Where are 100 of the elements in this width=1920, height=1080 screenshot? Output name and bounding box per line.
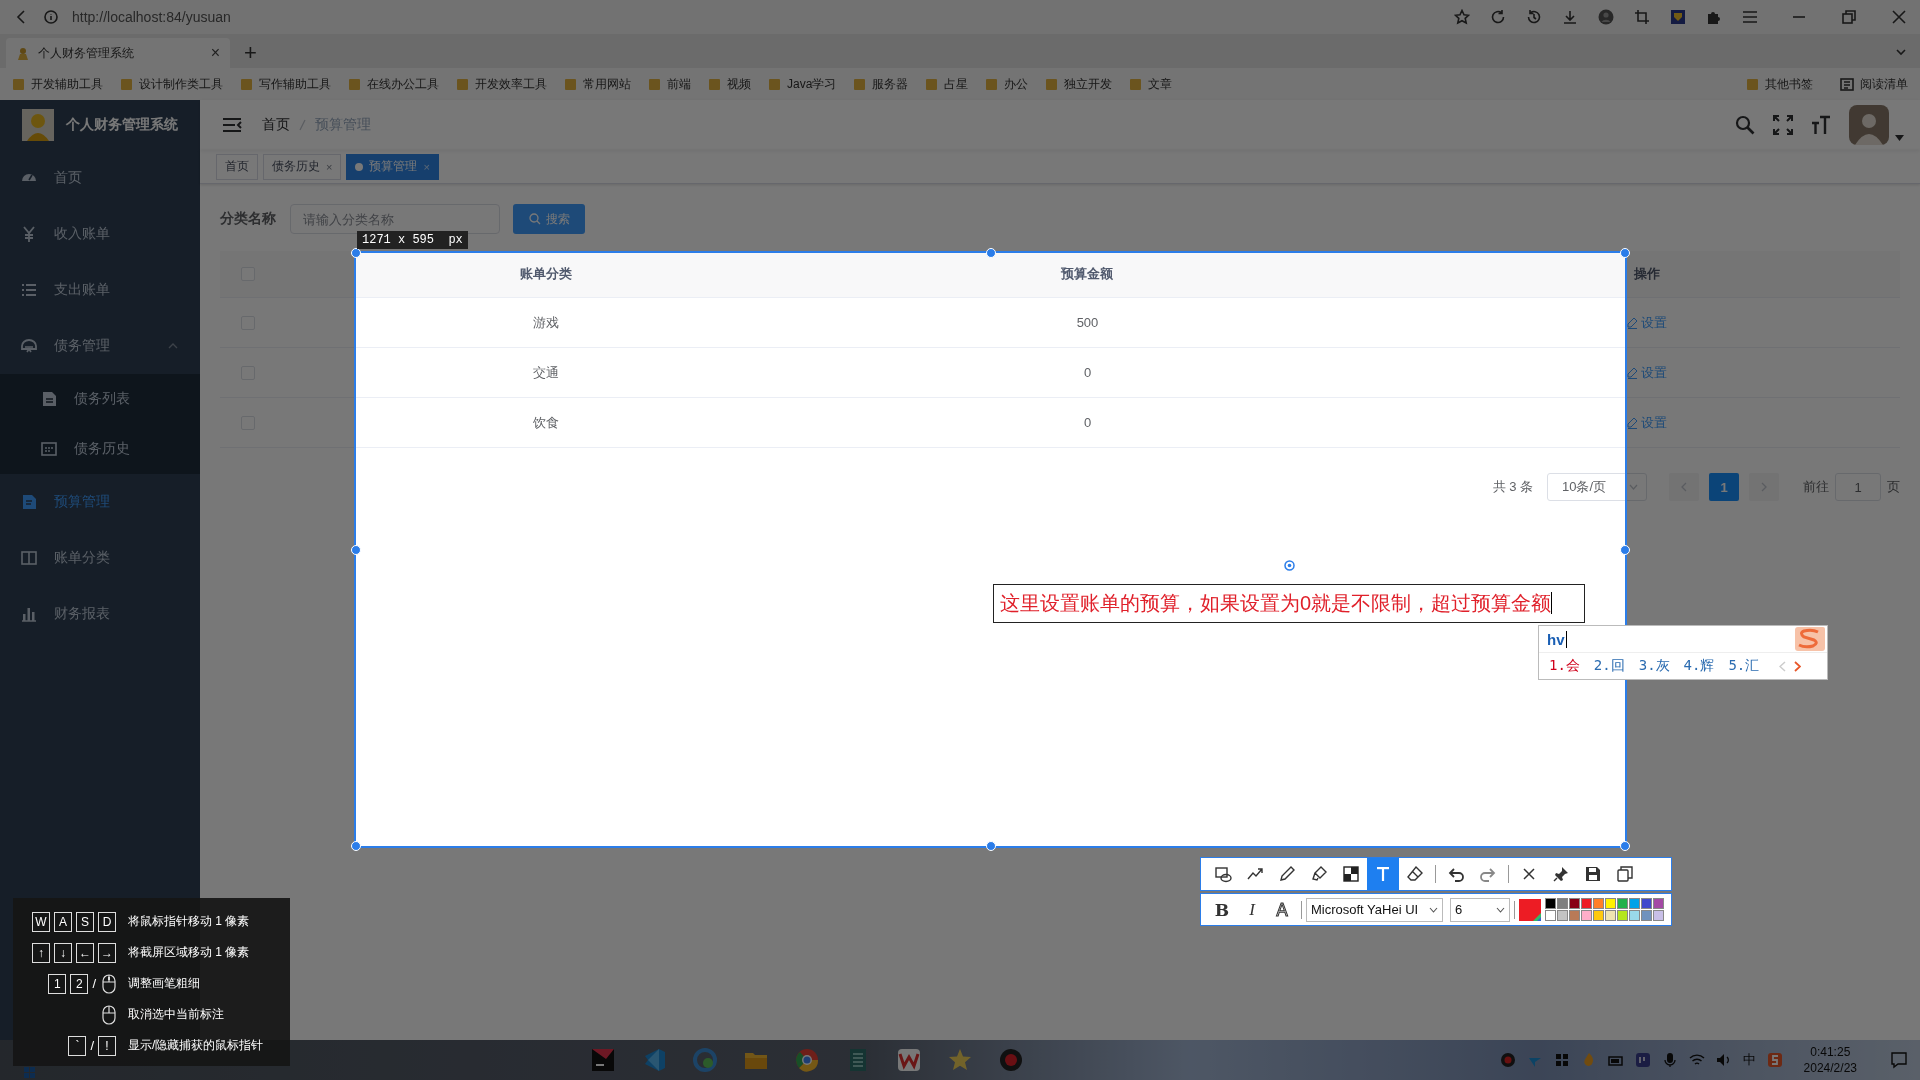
color-swatch[interactable] — [1641, 898, 1652, 909]
page-button[interactable]: 1 — [1709, 473, 1739, 501]
color-swatch[interactable] — [1545, 898, 1556, 909]
bookmark-button[interactable]: 开发效率工具 — [456, 75, 547, 93]
menu-icon[interactable] — [1742, 10, 1758, 24]
current-color-swatch[interactable] — [1519, 898, 1541, 921]
clock[interactable]: 0:41:25 2024/2/23 — [1803, 1044, 1857, 1076]
search-icon[interactable] — [1735, 115, 1755, 135]
reading-list-button[interactable]: 阅读清单 — [1840, 75, 1908, 93]
ime-candidate[interactable]: 2.回 — [1593, 657, 1625, 675]
resize-handle[interactable] — [1620, 544, 1630, 555]
bookmark-button[interactable]: 开发辅助工具 — [12, 75, 103, 93]
microphone-icon[interactable] — [1661, 1052, 1678, 1068]
color-swatch[interactable] — [1557, 898, 1568, 909]
bookmark-button[interactable]: 占星 — [925, 75, 969, 93]
color-swatch[interactable] — [1641, 910, 1652, 921]
color-swatch[interactable] — [1653, 910, 1664, 921]
resize-handle[interactable] — [1620, 841, 1630, 851]
bookmark-button[interactable]: 独立开发 — [1045, 75, 1113, 93]
outline-button[interactable]: A — [1267, 894, 1297, 925]
tag-tab[interactable]: 首页 — [216, 153, 258, 180]
color-swatch[interactable] — [1593, 910, 1604, 921]
bookmark-button[interactable]: 设计制作类工具 — [120, 75, 223, 93]
close-icon[interactable] — [1892, 10, 1906, 24]
bookmark-button[interactable]: Java学习 — [768, 75, 837, 93]
text-size-icon[interactable] — [1811, 115, 1831, 135]
color-swatch[interactable] — [1653, 898, 1664, 909]
bookmark-button[interactable]: 办公 — [985, 75, 1029, 93]
tab-close-button[interactable]: × — [210, 44, 220, 62]
download-icon[interactable] — [1562, 9, 1578, 25]
menu-icon[interactable] — [222, 117, 242, 133]
color-swatch[interactable] — [1557, 910, 1568, 921]
bookmark-button[interactable]: 在线办公工具 — [348, 75, 439, 93]
color-swatch[interactable] — [1617, 898, 1628, 909]
set-link[interactable]: 设置 — [1627, 363, 1668, 382]
resize-handle[interactable] — [985, 248, 996, 258]
color-swatch[interactable] — [1617, 910, 1628, 921]
resize-handle[interactable] — [351, 544, 361, 555]
reload-icon[interactable] — [1490, 9, 1506, 25]
resize-handle[interactable] — [985, 841, 996, 851]
bookmark-button[interactable]: 服务器 — [853, 75, 909, 93]
caret-icon[interactable] — [1895, 135, 1904, 141]
browser-tab[interactable]: 个人财务管理系统 × — [6, 38, 230, 68]
rotate-handle-icon[interactable] — [1284, 560, 1295, 571]
ime-candidate[interactable]: 1.会 — [1549, 657, 1580, 675]
search-button[interactable]: 搜索 — [513, 204, 585, 234]
url-text[interactable]: http://localhost:84/yusuan — [72, 9, 231, 25]
avatar-icon[interactable] — [1598, 9, 1614, 25]
ime-candidate[interactable]: 5.汇 — [1728, 657, 1760, 675]
color-swatch[interactable] — [1629, 910, 1640, 921]
set-link[interactable]: 设置 — [1627, 313, 1668, 332]
start-icon[interactable] — [24, 1067, 35, 1078]
color-swatch[interactable] — [1605, 898, 1616, 909]
bookmark-button[interactable]: 文章 — [1129, 75, 1173, 93]
color-swatch[interactable] — [1629, 898, 1640, 909]
speaker-icon[interactable] — [1715, 1052, 1732, 1068]
zigzag-app-icon[interactable] — [896, 1047, 923, 1073]
new-tab-button[interactable]: + — [240, 40, 261, 66]
chevron-left-icon[interactable] — [1779, 660, 1787, 672]
bold-button[interactable]: B — [1207, 894, 1237, 925]
wheel-app-icon[interactable] — [794, 1047, 821, 1073]
color-swatch[interactable] — [1569, 898, 1580, 909]
history-icon[interactable] — [1526, 9, 1542, 25]
puzzle-icon[interactable] — [1706, 9, 1722, 25]
restore-icon[interactable] — [1842, 10, 1856, 24]
bookmark-button[interactable]: 写作辅助工具 — [240, 75, 331, 93]
resize-handle[interactable] — [351, 841, 361, 851]
crop-icon[interactable] — [1634, 9, 1650, 25]
italic-button[interactable]: I — [1237, 894, 1267, 925]
star-icon[interactable] — [1454, 9, 1470, 25]
font-select[interactable]: Microsoft YaHei UI — [1306, 897, 1443, 922]
text-annotation-field[interactable]: 这里设置账单的预算，如果设置为0就是不限制，超过预算金额 — [993, 584, 1585, 623]
avatar[interactable] — [1849, 105, 1889, 145]
bookmark-button[interactable]: 其他书签 — [1746, 75, 1813, 93]
square-app-icon[interactable] — [590, 1047, 617, 1073]
set-link[interactable]: 设置 — [1627, 413, 1668, 432]
color-swatch[interactable] — [1581, 910, 1592, 921]
bookmark-button[interactable]: 前端 — [648, 75, 691, 93]
extension-icon[interactable] — [1670, 9, 1686, 25]
color-swatch[interactable] — [1593, 898, 1604, 909]
grid-icon[interactable] — [1553, 1052, 1570, 1068]
color-swatch[interactable] — [1581, 898, 1592, 909]
chevron-right-icon[interactable] — [1794, 660, 1802, 672]
color-swatch[interactable] — [1545, 910, 1556, 921]
fullscreen-icon[interactable] — [1773, 115, 1793, 135]
color-swatch[interactable] — [1569, 910, 1580, 921]
page-input[interactable]: 1 — [1835, 473, 1881, 501]
record-icon[interactable] — [1499, 1052, 1516, 1068]
tag-tab[interactable]: 预算管理 × — [346, 153, 439, 180]
input-mode-indicator[interactable]: 中 — [1742, 1051, 1756, 1069]
ime-candidate[interactable]: 4.辉 — [1683, 657, 1715, 675]
logo-icon[interactable] — [1766, 1052, 1783, 1068]
color-swatch[interactable] — [1605, 910, 1616, 921]
tag-tab[interactable]: 债务历史 × — [263, 153, 342, 180]
page-size-select[interactable]: 10条/页 — [1547, 473, 1647, 501]
caret-icon[interactable] — [1896, 48, 1906, 56]
ring-app-icon[interactable] — [692, 1047, 719, 1073]
record-icon[interactable] — [998, 1047, 1025, 1073]
ime-candidate[interactable]: 3.灰 — [1638, 657, 1670, 675]
bookmark-button[interactable]: 常用网站 — [564, 75, 631, 93]
